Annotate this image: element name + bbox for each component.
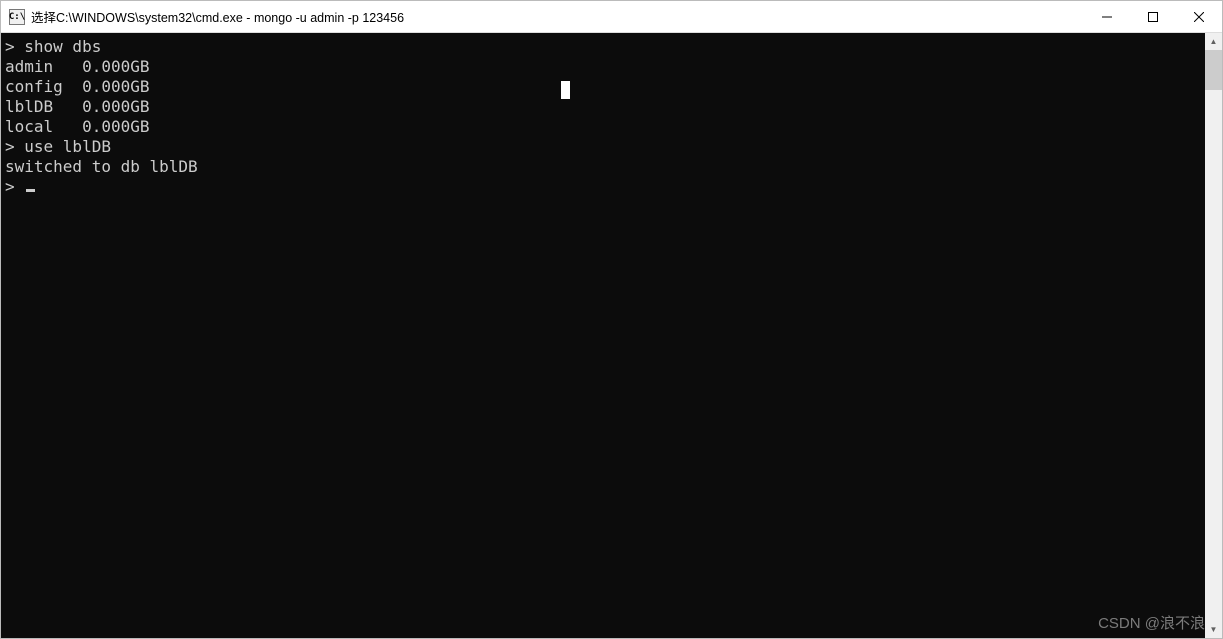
scroll-thumb[interactable]: [1205, 50, 1222, 90]
terminal-output[interactable]: > show dbs admin 0.000GB config 0.000GB …: [1, 33, 1205, 638]
scroll-track[interactable]: [1205, 50, 1222, 621]
scroll-up-arrow[interactable]: ▲: [1205, 33, 1222, 50]
window-title: 选择C:\WINDOWS\system32\cmd.exe - mongo -u…: [31, 7, 1084, 26]
maximize-button[interactable]: [1130, 1, 1176, 32]
app-icon: C:\: [9, 9, 25, 25]
cmd-window: C:\ 选择C:\WINDOWS\system32\cmd.exe - mong…: [0, 0, 1223, 639]
prompt-cursor: [26, 189, 35, 192]
terminal-area: > show dbs admin 0.000GB config 0.000GB …: [1, 33, 1222, 638]
close-button[interactable]: [1176, 1, 1222, 32]
titlebar[interactable]: C:\ 选择C:\WINDOWS\system32\cmd.exe - mong…: [1, 1, 1222, 33]
window-controls: [1084, 1, 1222, 32]
vertical-scrollbar[interactable]: ▲ ▼: [1205, 33, 1222, 638]
scroll-down-arrow[interactable]: ▼: [1205, 621, 1222, 638]
minimize-button[interactable]: [1084, 1, 1130, 32]
selection-cursor: [561, 81, 570, 99]
